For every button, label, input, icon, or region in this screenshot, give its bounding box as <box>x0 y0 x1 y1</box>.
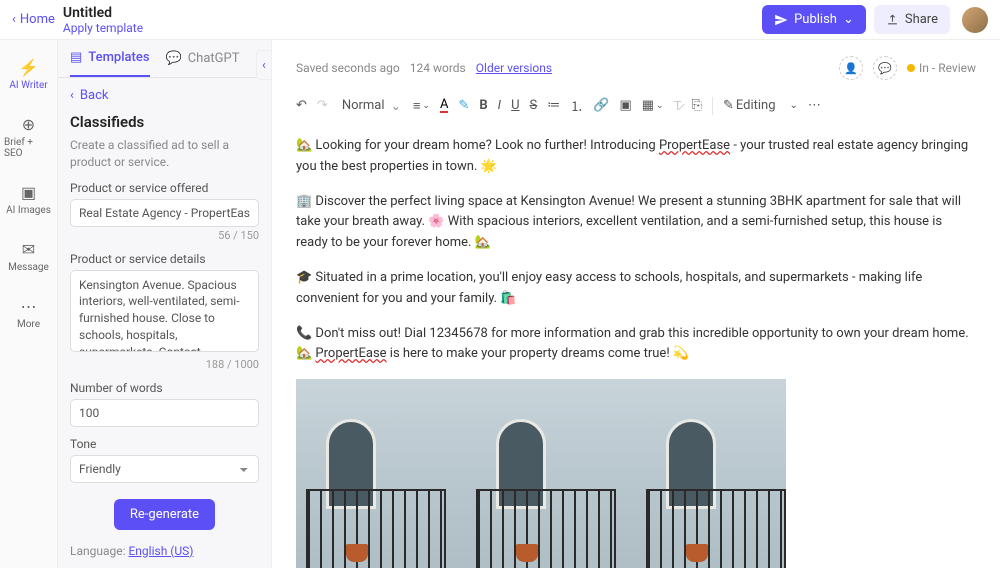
field-label-offered: Product or service offered <box>70 181 259 195</box>
rail-label: AI Images <box>6 205 51 216</box>
upload-icon <box>886 13 899 26</box>
spell-flag: PropertEase <box>659 138 730 153</box>
highlight-button[interactable]: ✎ <box>458 98 469 113</box>
paragraph: 🏡 Looking for your dream home? Look no f… <box>296 136 976 178</box>
older-versions-link[interactable]: Older versions <box>476 61 552 75</box>
back-link[interactable]: ‹ Back <box>58 78 271 109</box>
more-button[interactable]: ⋯ <box>808 98 821 113</box>
image-button[interactable]: ▣ <box>619 98 631 113</box>
spell-flag: PropertEase <box>315 346 386 361</box>
tab-label: Templates <box>88 50 149 65</box>
review-note: Make sure you manually review all AI gen… <box>58 562 271 568</box>
publish-button[interactable]: Publish ⌄ <box>762 5 866 34</box>
status-badge[interactable]: In - Review <box>907 61 976 75</box>
grid-icon: ▤ <box>70 50 82 65</box>
tab-templates[interactable]: ▤ Templates <box>70 50 150 77</box>
text-color-button[interactable]: A <box>440 98 448 113</box>
share-button[interactable]: Share <box>874 5 950 34</box>
redo-button[interactable]: ↷ <box>317 98 328 113</box>
link-button[interactable]: 🔗 <box>593 98 609 113</box>
send-icon <box>774 13 788 27</box>
chat-icon: 💬 <box>166 51 182 66</box>
product-offered-input[interactable] <box>70 199 259 227</box>
chevron-left-icon: ‹ <box>12 12 16 27</box>
target-icon: ⊕ <box>22 115 35 134</box>
code-button[interactable]: ⎘ <box>692 98 702 113</box>
top-actions: Publish ⌄ Share <box>762 5 988 34</box>
status-dot-icon <box>907 64 915 72</box>
rail-ai-images[interactable]: ▣ AI Images <box>0 175 57 224</box>
field-label-words: Number of words <box>70 381 259 395</box>
avatar[interactable] <box>962 7 988 33</box>
chevron-down-icon: ⌄ <box>843 12 854 27</box>
word-count: 124 words <box>410 61 466 75</box>
editor-pane: Saved seconds ago 124 words Older versio… <box>272 40 1000 568</box>
home-link[interactable]: ‹ Home <box>12 12 55 27</box>
share-label: Share <box>905 12 938 27</box>
style-select[interactable]: Normal <box>338 96 403 115</box>
publish-label: Publish <box>794 12 837 27</box>
words-input[interactable] <box>70 399 259 427</box>
language-link[interactable]: English (US) <box>128 544 193 558</box>
counter-offered: 56 / 150 <box>70 229 259 242</box>
tone-select[interactable]: Friendly <box>70 455 259 483</box>
image-icon: ▣ <box>21 183 36 202</box>
rail-more[interactable]: ⋯ More <box>0 289 57 338</box>
rail-label: Message <box>8 262 49 273</box>
section-title: Classifieds <box>58 109 271 135</box>
content-image[interactable] <box>296 379 786 568</box>
product-details-textarea[interactable]: Kensington Avenue. Spacious interiors, w… <box>70 270 259 352</box>
sidebar: ‹ ▤Templates 💬ChatGPT ‹Back Classifieds … <box>58 40 272 568</box>
dots-icon: ⋯ <box>21 297 37 316</box>
apply-template-link[interactable]: Apply template <box>63 21 762 35</box>
table-button[interactable]: ▦⌄ <box>642 98 664 113</box>
undo-button[interactable]: ↶ <box>296 98 307 113</box>
document-content[interactable]: 🏡 Looking for your dream home? Look no f… <box>296 128 976 568</box>
editing-mode-button[interactable]: ✎ Editing ⌄ <box>723 98 798 113</box>
field-label-tone: Tone <box>70 437 259 451</box>
bullet-list-button[interactable]: ≔ <box>547 98 560 113</box>
language-label: Language: <box>70 544 128 558</box>
collapse-panel-button[interactable]: ‹ <box>256 50 272 80</box>
doc-title-area: Untitled Apply template <box>63 5 762 35</box>
italic-button[interactable]: I <box>498 98 501 113</box>
strike-button[interactable]: S <box>530 98 538 113</box>
bold-button[interactable]: B <box>479 98 487 113</box>
paragraph: 🎓 Situated in a prime location, you'll e… <box>296 268 976 310</box>
tab-chatgpt[interactable]: 💬 ChatGPT <box>166 50 240 77</box>
mail-icon: ✉ <box>22 240 35 259</box>
saved-status: Saved seconds ago <box>296 61 400 75</box>
align-button[interactable]: ≡⌄ <box>413 98 430 114</box>
sidebar-tabs: ▤ Templates 💬 ChatGPT <box>58 40 271 78</box>
rail-label: Brief + SEO <box>4 137 53 159</box>
clear-format-button[interactable]: T̷ <box>674 98 682 114</box>
top-bar: ‹ Home Untitled Apply template Publish ⌄… <box>0 0 1000 40</box>
toolbar: ↶ ↷ Normal ≡⌄ A ✎ B I U S ≔ ⒈ 🔗 ▣ ▦⌄ T̷ … <box>296 88 976 128</box>
tab-label: ChatGPT <box>188 51 240 66</box>
home-label: Home <box>20 12 55 27</box>
left-rail: ⚡ AI Writer ⊕ Brief + SEO ▣ AI Images ✉ Mess… <box>0 40 58 568</box>
rail-brief-seo[interactable]: ⊕ Brief + SEO <box>0 107 57 167</box>
rail-ai-writer[interactable]: ⚡ AI Writer <box>0 50 57 99</box>
rail-message[interactable]: ✉ Message <box>0 232 57 281</box>
add-comment-icon[interactable]: 💬 <box>873 56 897 80</box>
section-description: Create a classified ad to sell a product… <box>58 135 271 181</box>
doc-title[interactable]: Untitled <box>63 5 762 21</box>
chevron-left-icon: ‹ <box>70 88 74 103</box>
regenerate-button[interactable]: Re-generate <box>114 499 215 530</box>
rail-label: AI Writer <box>9 80 47 91</box>
number-list-button[interactable]: ⒈ <box>570 96 583 115</box>
rail-label: More <box>17 319 40 330</box>
bolt-icon: ⚡ <box>19 58 39 77</box>
underline-button[interactable]: U <box>511 98 519 113</box>
meta-row: Saved seconds ago 124 words Older versio… <box>296 40 976 88</box>
add-collaborator-icon[interactable]: 👤 <box>839 56 863 80</box>
field-label-details: Product or service details <box>70 252 259 266</box>
paragraph: 🏢 Discover the perfect living space at K… <box>296 192 976 254</box>
language-row: Language: English (US) <box>58 536 271 562</box>
paragraph: 📞 Don't miss out! Dial 12345678 for more… <box>296 324 976 366</box>
counter-details: 188 / 1000 <box>70 358 259 371</box>
back-label: Back <box>80 88 109 103</box>
